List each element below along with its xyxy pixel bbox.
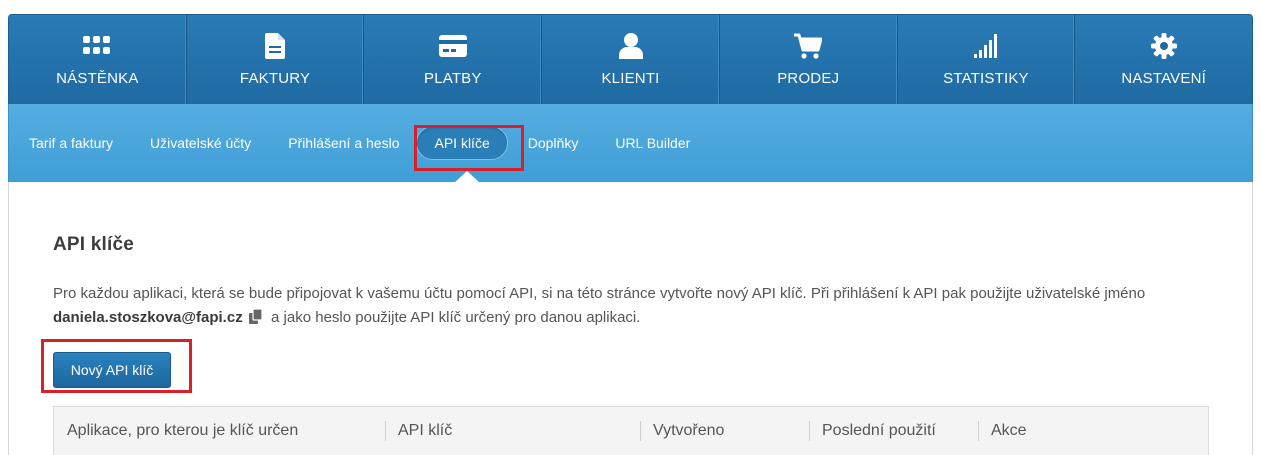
description-text: Pro každou aplikaci, která se bude připo… [53, 285, 1146, 302]
nav-label: FAKTURY [239, 69, 311, 87]
nav-label: PRODEJ [777, 69, 840, 87]
subnav-user-accounts[interactable]: Uživatelské účty [150, 135, 251, 151]
nav-item-settings[interactable]: NASTAVENÍ [1075, 15, 1252, 104]
nav-label: NÁSTĚNKA [56, 69, 139, 87]
subnav-url-builder[interactable]: URL Builder [615, 135, 690, 151]
highlight-box-api-tab [414, 125, 524, 171]
nav-item-payments[interactable]: PLATBY [364, 15, 543, 104]
credit-card-icon [438, 33, 467, 59]
copy-icon[interactable] [248, 308, 263, 332]
nav-item-invoices[interactable]: FAKTURY [187, 15, 365, 104]
page-description: Pro každou aplikaci, která se bude připo… [53, 282, 1213, 332]
main-content: API klíče Pro každou aplikaci, která se … [8, 182, 1253, 455]
column-created[interactable]: Vytvořeno [640, 407, 809, 455]
app-window: NÁSTĚNKA FAKTURY PLATBY KLIENTI PRODEJ S… [8, 14, 1253, 455]
page-title: API klíče [53, 234, 135, 255]
description-text-end: a jako heslo použijte API klíč určený pr… [266, 309, 641, 326]
signal-bars-icon [973, 33, 998, 59]
highlight-box-new-key [41, 339, 192, 393]
nav-item-clients[interactable]: KLIENTI [542, 15, 720, 104]
settings-subnav: Tarif a faktury Uživatelské účty Přihláš… [8, 104, 1253, 182]
main-navigation: NÁSTĚNKA FAKTURY PLATBY KLIENTI PRODEJ S… [8, 14, 1253, 104]
document-icon [265, 32, 286, 59]
dashboard-grid-icon [83, 33, 111, 59]
nav-item-dashboard[interactable]: NÁSTĚNKA [9, 15, 187, 104]
column-last-used[interactable]: Poslední použití [809, 407, 978, 455]
column-actions[interactable]: Akce [978, 407, 1178, 455]
subnav-tariff[interactable]: Tarif a faktury [29, 135, 113, 151]
nav-item-statistics[interactable]: STATISTIKY [898, 15, 1076, 104]
subnav-login-password[interactable]: Přihlášení a heslo [288, 135, 399, 151]
nav-item-sales[interactable]: PRODEJ [720, 15, 898, 104]
user-icon [618, 32, 643, 59]
column-application[interactable]: Aplikace, pro kterou je klíč určen [54, 407, 385, 455]
nav-label: NASTAVENÍ [1121, 69, 1206, 87]
column-api-key[interactable]: API klíč [385, 407, 640, 455]
nav-label: STATISTIKY [943, 69, 1029, 87]
nav-label: KLIENTI [601, 69, 660, 87]
subnav-addons[interactable]: Doplňky [528, 135, 579, 151]
gear-icon [1150, 32, 1177, 59]
nav-label: PLATBY [423, 69, 482, 87]
username: daniela.stoszkova@fapi.cz [53, 309, 243, 326]
api-keys-table-header: Aplikace, pro kterou je klíč určen API k… [53, 406, 1209, 455]
cart-icon [794, 33, 823, 59]
